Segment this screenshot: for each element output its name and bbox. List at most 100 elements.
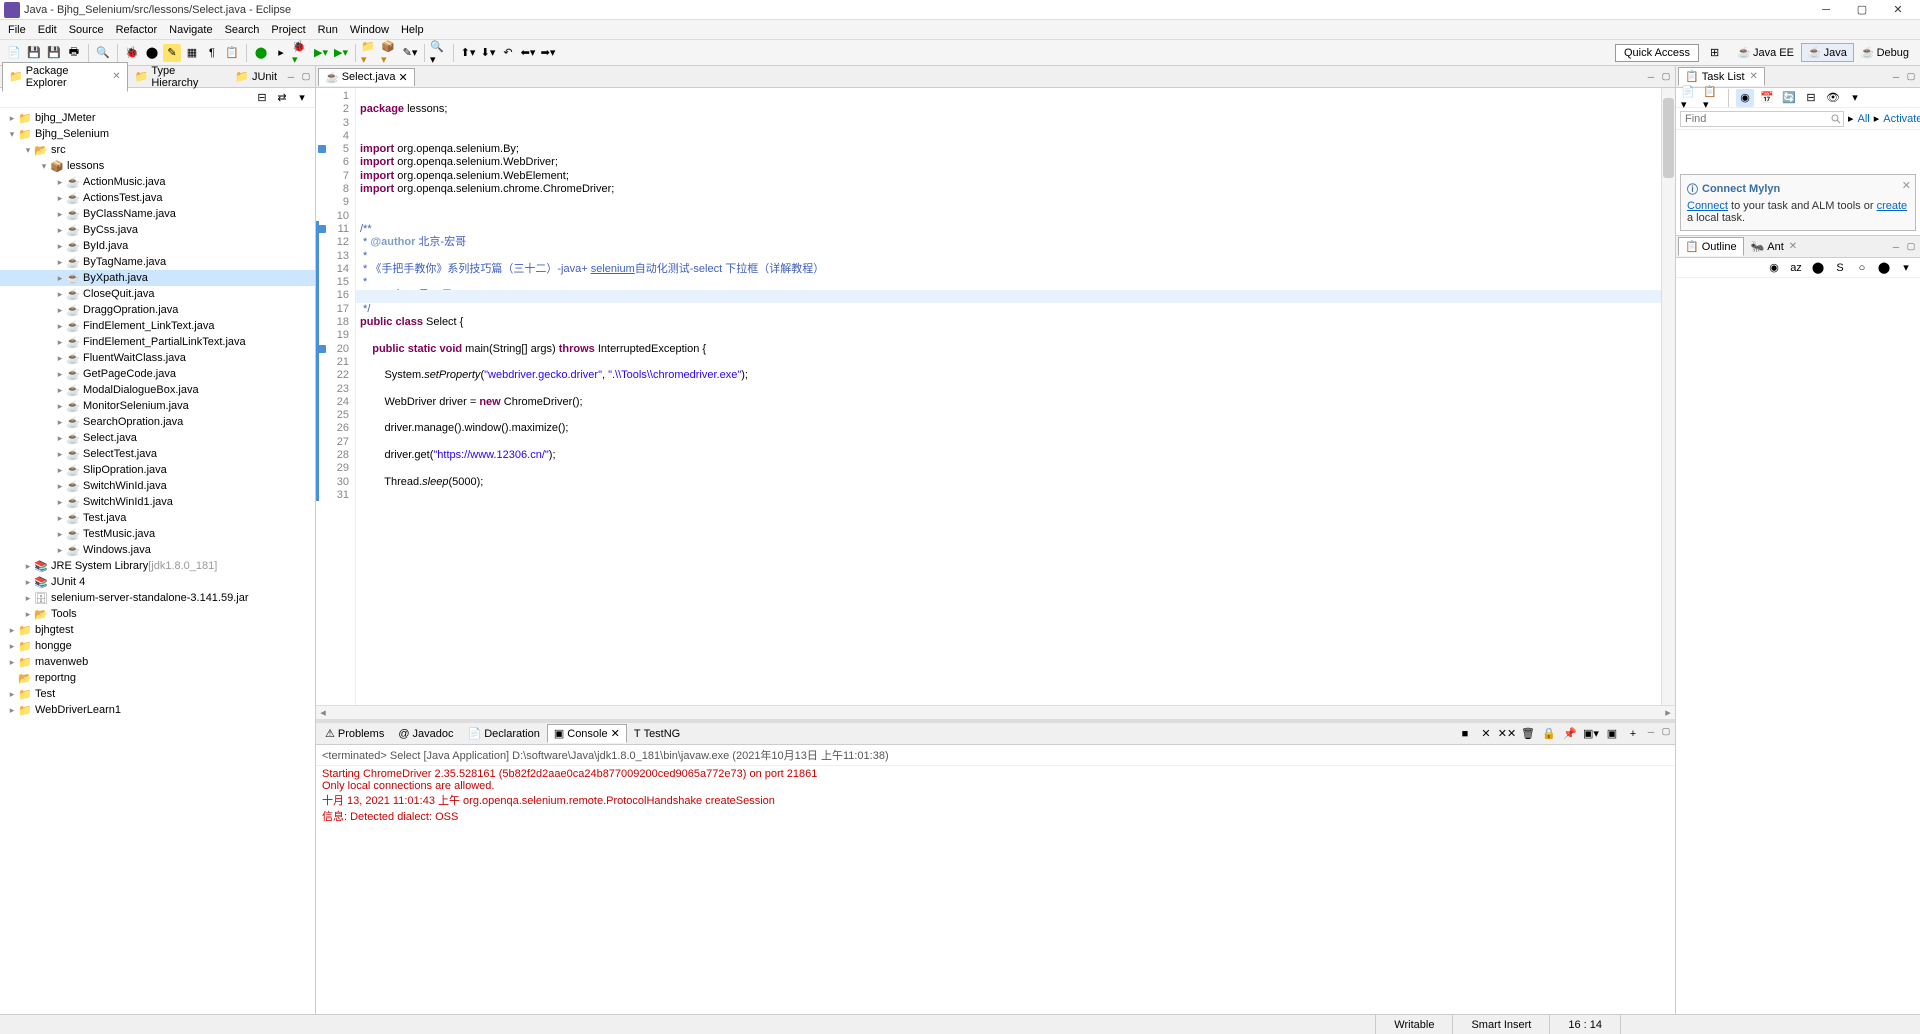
maximize-console-button[interactable]: ▢	[1659, 725, 1673, 739]
tree-item[interactable]: ▸📁WebDriverLearn1	[0, 702, 315, 718]
tree-item[interactable]: ▸☕ActionsTest.java	[0, 190, 315, 206]
tree-item[interactable]: ▸☕ById.java	[0, 238, 315, 254]
tree-item[interactable]: ▸☕SearchOpration.java	[0, 414, 315, 430]
task-activate-link[interactable]: Activate...	[1883, 113, 1920, 125]
menu-source[interactable]: Source	[63, 22, 110, 38]
console-tab-console[interactable]: ▣Console✕	[547, 724, 627, 743]
perspective-java[interactable]: ☕Java	[1801, 43, 1854, 62]
tree-item[interactable]: ▾📦lessons	[0, 158, 315, 174]
open-type-button[interactable]: 🔍	[94, 44, 112, 62]
debug-button[interactable]: 🐞	[123, 44, 141, 62]
run-button[interactable]: ▶▾	[312, 44, 330, 62]
save-button[interactable]: 💾	[25, 44, 43, 62]
back-button[interactable]: ⬅▾	[519, 44, 537, 62]
menu-edit[interactable]: Edit	[32, 22, 63, 38]
maximize-view-button[interactable]: ▢	[299, 70, 313, 84]
view-tab-type-hierarchy[interactable]: 📁Type Hierarchy	[128, 62, 229, 92]
menu-window[interactable]: Window	[344, 22, 395, 38]
outline-tab[interactable]: 📋Outline	[1678, 237, 1744, 256]
console-remove-all-button[interactable]: ✕✕	[1498, 725, 1516, 743]
tree-item[interactable]: ▸☕ByClassName.java	[0, 206, 315, 222]
perspective-java-ee[interactable]: ☕Java EE	[1730, 43, 1801, 62]
tree-item[interactable]: ▸☕MonitorSelenium.java	[0, 398, 315, 414]
task-sync-button[interactable]: 🔄	[1780, 89, 1798, 107]
new-task-button[interactable]: 📄▾	[1681, 89, 1699, 107]
minimize-console-button[interactable]: ─	[1644, 725, 1658, 739]
outline-sort-button[interactable]: az	[1787, 259, 1805, 277]
menu-project[interactable]: Project	[265, 22, 311, 38]
tree-item[interactable]: ▸🗄selenium-server-standalone-3.141.59.ja…	[0, 590, 315, 606]
horizontal-scrollbar[interactable]: ◂▸	[316, 705, 1675, 719]
last-edit-button[interactable]: ↶	[499, 44, 517, 62]
resume-button[interactable]: ▸	[272, 44, 290, 62]
tree-item[interactable]: ▸📁hongge	[0, 638, 315, 654]
console-terminate-button[interactable]: ■	[1456, 725, 1474, 743]
open-perspective-button[interactable]: ⊞	[1703, 43, 1726, 62]
console-tab-declaration[interactable]: 📄Declaration	[461, 724, 547, 743]
tree-item[interactable]: ▸☕Windows.java	[0, 542, 315, 558]
console-output[interactable]: Starting ChromeDriver 2.35.528161 (5b82f…	[316, 766, 1675, 1014]
task-hide-button[interactable]: 👁	[1824, 89, 1842, 107]
mylyn-connect-link[interactable]: Connect	[1687, 200, 1728, 212]
console-open-button[interactable]: ▣	[1603, 725, 1621, 743]
tree-item[interactable]: ▾📁Bjhg_Selenium	[0, 126, 315, 142]
tree-item[interactable]: ▸☕DraggOpration.java	[0, 302, 315, 318]
tree-item[interactable]: ▸☕ByCss.java	[0, 222, 315, 238]
menu-search[interactable]: Search	[219, 22, 266, 38]
tree-item[interactable]: ▸☕ByTagName.java	[0, 254, 315, 270]
max-tasklist-button[interactable]: ▢	[1904, 70, 1918, 84]
toggle-mark-button[interactable]: ✎	[163, 44, 181, 62]
menu-run[interactable]: Run	[312, 22, 344, 38]
minimize-button[interactable]: ─	[1808, 1, 1844, 19]
tree-item[interactable]: ▸☕SelectTest.java	[0, 446, 315, 462]
console-display-button[interactable]: ▣▾	[1582, 725, 1600, 743]
tree-item[interactable]: ▸☕SlipOpration.java	[0, 462, 315, 478]
console-scroll-lock-button[interactable]: 🔒	[1540, 725, 1558, 743]
new-project-button[interactable]: 📁▾	[361, 44, 379, 62]
tree-item[interactable]: ▸☕FindElement_LinkText.java	[0, 318, 315, 334]
show-whitespace-button[interactable]: ¶	[203, 44, 221, 62]
search-button[interactable]: 🔍▾	[430, 44, 448, 62]
perspective-debug[interactable]: ☕Debug	[1854, 43, 1916, 62]
code-content[interactable]: package lessons; import org.openqa.selen…	[356, 88, 1661, 705]
task-collapse-button[interactable]: ⊟	[1802, 89, 1820, 107]
new-button[interactable]: 📄	[5, 44, 23, 62]
mylyn-close-icon[interactable]: ✕	[1902, 179, 1911, 192]
task-cat-button[interactable]: 📋▾	[1703, 89, 1721, 107]
tree-item[interactable]: ▸☕SwitchWinId.java	[0, 478, 315, 494]
mylyn-create-link[interactable]: create	[1877, 200, 1908, 212]
forward-button[interactable]: ➡▾	[539, 44, 557, 62]
task-all-link[interactable]: All	[1858, 113, 1870, 125]
console-tab-testng[interactable]: TTestNG	[627, 724, 687, 743]
save-all-button[interactable]: 💾	[45, 44, 63, 62]
block-select-button[interactable]: ▦	[183, 44, 201, 62]
min-tasklist-button[interactable]: ─	[1889, 70, 1903, 84]
debug-run-button[interactable]: 🐞▾	[292, 44, 310, 62]
collapse-all-button[interactable]: ⊟	[254, 90, 270, 106]
console-remove-button[interactable]: ✕	[1477, 725, 1495, 743]
tree-item[interactable]: ▸☕Test.java	[0, 510, 315, 526]
editor-area[interactable]: 1234567891011121314151617181920212223242…	[316, 88, 1675, 705]
outline-focus-button[interactable]: ◉	[1765, 259, 1783, 277]
editor-tab-select[interactable]: ☕ Select.java ✕	[318, 68, 415, 86]
coverage-button[interactable]: ▶▾	[332, 44, 350, 62]
outline-hide-nonpublic-button[interactable]: ○	[1853, 259, 1871, 277]
ant-tab[interactable]: 🐜Ant✕	[1744, 237, 1805, 256]
console-tab-problems[interactable]: ⚠Problems	[318, 724, 391, 743]
tree-item[interactable]: ▸☕GetPageCode.java	[0, 366, 315, 382]
console-tab-javadoc[interactable]: @Javadoc	[391, 724, 460, 743]
annotation-button[interactable]: 📋	[223, 44, 241, 62]
tree-item[interactable]: ▸☕ActionMusic.java	[0, 174, 315, 190]
close-button[interactable]: ✕	[1880, 1, 1916, 19]
new-package-button[interactable]: 📦▾	[381, 44, 399, 62]
console-new-button[interactable]: +	[1624, 725, 1642, 743]
max-outline-button[interactable]: ▢	[1904, 240, 1918, 254]
outline-menu-button[interactable]: ▾	[1897, 259, 1915, 277]
tree-item[interactable]: ▸☕CloseQuit.java	[0, 286, 315, 302]
task-focus-button[interactable]: ◉	[1736, 89, 1754, 107]
console-pin-button[interactable]: 📌	[1561, 725, 1579, 743]
tree-item[interactable]: ▸☕ByXpath.java	[0, 270, 315, 286]
task-sched-button[interactable]: 📅	[1758, 89, 1776, 107]
menu-help[interactable]: Help	[395, 22, 430, 38]
menu-navigate[interactable]: Navigate	[163, 22, 218, 38]
